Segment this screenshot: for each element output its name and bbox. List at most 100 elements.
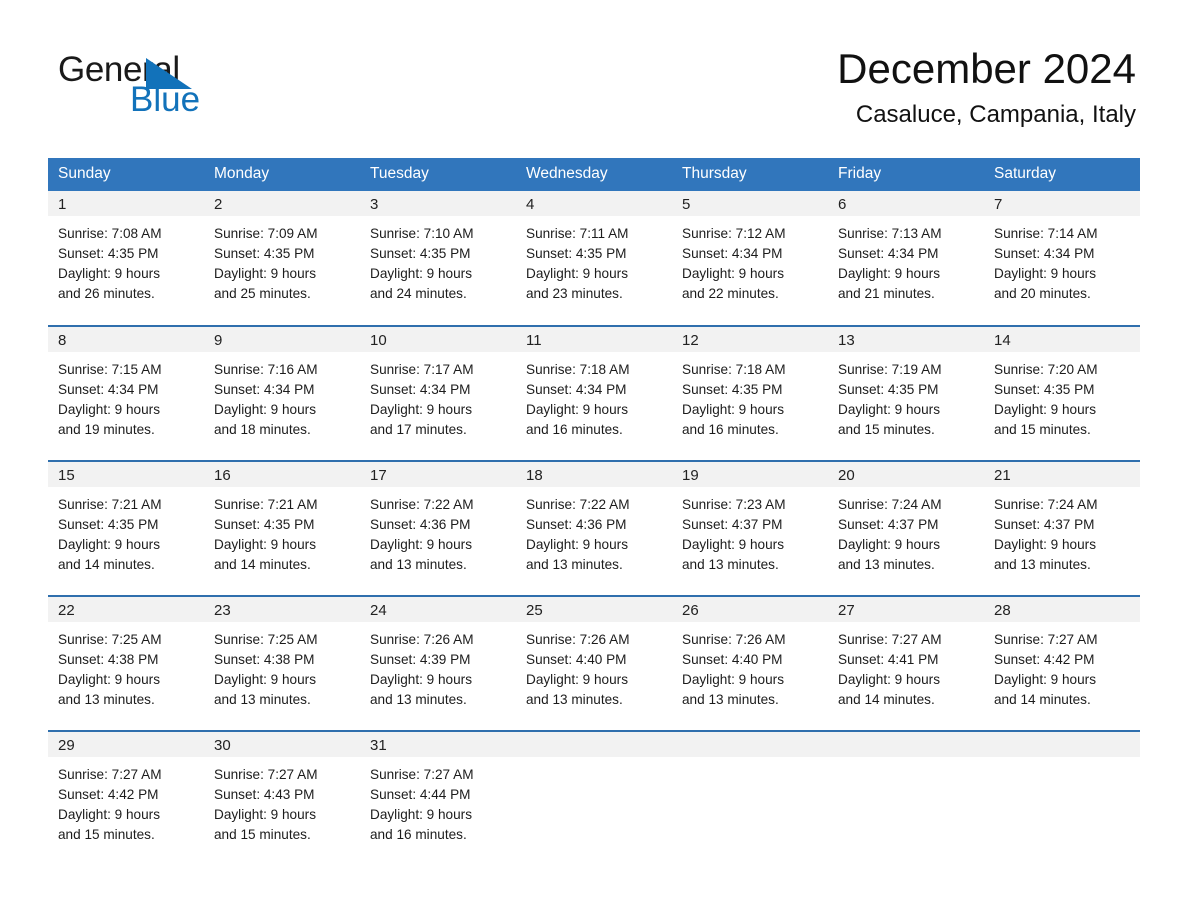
day-details: Sunrise: 7:24 AM Sunset: 4:37 PM Daylight:…: [984, 487, 1140, 575]
day-number: 31: [360, 732, 516, 757]
weekday-header-row: Sunday Monday Tuesday Wednesday Thursday…: [48, 158, 1140, 191]
calendar-day-cell[interactable]: 26 Sunrise: 7:26 AM Sunset: 4:40 PM Dayligh…: [672, 595, 828, 731]
sunset-time: Sunset: 4:41 PM: [838, 652, 939, 667]
daylight-duration-line1: Daylight: 9 hours: [682, 672, 785, 687]
calendar-day-cell[interactable]: 10 Sunrise: 7:17 AM Sunset: 4:34 PM Dayligh…: [360, 325, 516, 461]
sunset-time: Sunset: 4:42 PM: [58, 787, 159, 802]
sunrise-time: Sunrise: 7:27 AM: [58, 767, 162, 782]
daylight-duration-line2: and 14 minutes.: [214, 557, 311, 572]
calendar-day-cell[interactable]: 21 Sunrise: 7:24 AM Sunset: 4:37 PM Dayligh…: [984, 460, 1140, 596]
calendar-day-cell[interactable]: 16 Sunrise: 7:21 AM Sunset: 4:35 PM Dayligh…: [204, 460, 360, 596]
daylight-duration-line2: and 13 minutes.: [58, 692, 155, 707]
day-details: Sunrise: 7:21 AM Sunset: 4:35 PM Daylight:…: [204, 487, 360, 575]
sunrise-time: Sunrise: 7:20 AM: [994, 362, 1098, 377]
day-details: Sunrise: 7:19 AM Sunset: 4:35 PM Daylight:…: [828, 352, 984, 440]
daylight-duration-line2: and 16 minutes.: [526, 422, 623, 437]
calendar-day-cell[interactable]: 9 Sunrise: 7:16 AM Sunset: 4:34 PM Daylight…: [204, 325, 360, 461]
calendar-week-row: 29 Sunrise: 7:27 AM Sunset: 4:42 PM Dayligh…: [48, 730, 1140, 866]
calendar-day-cell[interactable]: 25 Sunrise: 7:26 AM Sunset: 4:40 PM Dayligh…: [516, 595, 672, 731]
daylight-duration-line1: Daylight: 9 hours: [214, 537, 317, 552]
calendar-day-cell[interactable]: 5 Sunrise: 7:12 AM Sunset: 4:34 PM Daylight…: [672, 191, 828, 326]
calendar-day-cell[interactable]: 20 Sunrise: 7:24 AM Sunset: 4:37 PM Dayligh…: [828, 460, 984, 596]
sunset-time: Sunset: 4:34 PM: [526, 382, 627, 397]
sunrise-time: Sunrise: 7:14 AM: [994, 226, 1098, 241]
daylight-duration-line1: Daylight: 9 hours: [994, 402, 1097, 417]
calendar-day-cell[interactable]: 7 Sunrise: 7:14 AM Sunset: 4:34 PM Daylight…: [984, 191, 1140, 326]
calendar-day-cell[interactable]: 13 Sunrise: 7:19 AM Sunset: 4:35 PM Dayligh…: [828, 325, 984, 461]
calendar-week-row: 8 Sunrise: 7:15 AM Sunset: 4:34 PM Daylight…: [48, 325, 1140, 461]
calendar-day-cell[interactable]: 27 Sunrise: 7:27 AM Sunset: 4:41 PM Dayligh…: [828, 595, 984, 731]
weekday-header-monday: Monday: [204, 158, 360, 191]
calendar-body: 1 Sunrise: 7:08 AM Sunset: 4:35 PM Daylight…: [48, 191, 1140, 866]
calendar-day-cell[interactable]: 24 Sunrise: 7:26 AM Sunset: 4:39 PM Dayligh…: [360, 595, 516, 731]
day-details: Sunrise: 7:09 AM Sunset: 4:35 PM Daylight:…: [204, 216, 360, 304]
calendar-day-cell[interactable]: 31 Sunrise: 7:27 AM Sunset: 4:44 PM Dayligh…: [360, 730, 516, 866]
daylight-duration-line1: Daylight: 9 hours: [526, 266, 629, 281]
day-number: [984, 732, 1140, 757]
calendar-day-cell[interactable]: 18 Sunrise: 7:22 AM Sunset: 4:36 PM Dayligh…: [516, 460, 672, 596]
calendar-day-cell[interactable]: 6 Sunrise: 7:13 AM Sunset: 4:34 PM Daylight…: [828, 191, 984, 326]
day-number: 7: [984, 191, 1140, 216]
weekday-header-friday: Friday: [828, 158, 984, 191]
sunset-time: Sunset: 4:35 PM: [58, 246, 159, 261]
calendar-day-cell[interactable]: 2 Sunrise: 7:09 AM Sunset: 4:35 PM Daylight…: [204, 191, 360, 326]
daylight-duration-line1: Daylight: 9 hours: [370, 537, 473, 552]
daylight-duration-line2: and 13 minutes.: [994, 557, 1091, 572]
calendar-day-cell[interactable]: 11 Sunrise: 7:18 AM Sunset: 4:34 PM Dayligh…: [516, 325, 672, 461]
sunrise-time: Sunrise: 7:24 AM: [994, 497, 1098, 512]
calendar-day-cell[interactable]: 1 Sunrise: 7:08 AM Sunset: 4:35 PM Daylight…: [48, 191, 204, 326]
sunset-time: Sunset: 4:42 PM: [994, 652, 1095, 667]
sunrise-time: Sunrise: 7:27 AM: [370, 767, 474, 782]
sunset-time: Sunset: 4:37 PM: [838, 517, 939, 532]
general-blue-logo[interactable]: General Blue: [58, 52, 218, 124]
calendar-day-cell[interactable]: 19 Sunrise: 7:23 AM Sunset: 4:37 PM Dayligh…: [672, 460, 828, 596]
calendar-day-cell[interactable]: 22 Sunrise: 7:25 AM Sunset: 4:38 PM Dayligh…: [48, 595, 204, 731]
day-number: 2: [204, 191, 360, 216]
day-number: 8: [48, 327, 204, 352]
day-details: Sunrise: 7:25 AM Sunset: 4:38 PM Daylight:…: [48, 622, 204, 710]
daylight-duration-line2: and 15 minutes.: [994, 422, 1091, 437]
day-number: 5: [672, 191, 828, 216]
sunset-time: Sunset: 4:34 PM: [838, 246, 939, 261]
daylight-duration-line1: Daylight: 9 hours: [838, 672, 941, 687]
calendar-day-cell[interactable]: 30 Sunrise: 7:27 AM Sunset: 4:43 PM Dayligh…: [204, 730, 360, 866]
sunrise-time: Sunrise: 7:24 AM: [838, 497, 942, 512]
day-details: Sunrise: 7:17 AM Sunset: 4:34 PM Daylight:…: [360, 352, 516, 440]
calendar-day-cell[interactable]: 23 Sunrise: 7:25 AM Sunset: 4:38 PM Dayligh…: [204, 595, 360, 731]
calendar-day-cell[interactable]: 15 Sunrise: 7:21 AM Sunset: 4:35 PM Dayligh…: [48, 460, 204, 596]
daylight-duration-line2: and 15 minutes.: [58, 827, 155, 842]
sunset-time: Sunset: 4:38 PM: [58, 652, 159, 667]
daylight-duration-line2: and 16 minutes.: [370, 827, 467, 842]
calendar-day-cell[interactable]: 14 Sunrise: 7:20 AM Sunset: 4:35 PM Dayligh…: [984, 325, 1140, 461]
calendar-day-cell[interactable]: 4 Sunrise: 7:11 AM Sunset: 4:35 PM Daylight…: [516, 191, 672, 326]
sunset-time: Sunset: 4:43 PM: [214, 787, 315, 802]
sunrise-time: Sunrise: 7:18 AM: [682, 362, 786, 377]
calendar-day-cell[interactable]: 12 Sunrise: 7:18 AM Sunset: 4:35 PM Dayligh…: [672, 325, 828, 461]
daylight-duration-line1: Daylight: 9 hours: [682, 266, 785, 281]
sunset-time: Sunset: 4:34 PM: [682, 246, 783, 261]
day-details: Sunrise: 7:20 AM Sunset: 4:35 PM Daylight:…: [984, 352, 1140, 440]
calendar-day-cell[interactable]: 8 Sunrise: 7:15 AM Sunset: 4:34 PM Daylight…: [48, 325, 204, 461]
page-title: December 2024: [837, 45, 1136, 92]
day-number: 28: [984, 597, 1140, 622]
daylight-duration-line1: Daylight: 9 hours: [370, 807, 473, 822]
day-details: Sunrise: 7:18 AM Sunset: 4:34 PM Daylight:…: [516, 352, 672, 440]
calendar-day-cell[interactable]: 29 Sunrise: 7:27 AM Sunset: 4:42 PM Dayligh…: [48, 730, 204, 866]
calendar-day-cell[interactable]: 17 Sunrise: 7:22 AM Sunset: 4:36 PM Dayligh…: [360, 460, 516, 596]
logo-text-blue: Blue: [130, 80, 201, 119]
sunset-time: Sunset: 4:36 PM: [370, 517, 471, 532]
calendar-day-cell[interactable]: 3 Sunrise: 7:10 AM Sunset: 4:35 PM Daylight…: [360, 191, 516, 326]
day-details: Sunrise: 7:23 AM Sunset: 4:37 PM Daylight:…: [672, 487, 828, 575]
daylight-duration-line1: Daylight: 9 hours: [994, 537, 1097, 552]
day-number: 6: [828, 191, 984, 216]
daylight-duration-line1: Daylight: 9 hours: [526, 672, 629, 687]
calendar-cell-empty: [516, 730, 672, 866]
day-details: Sunrise: 7:24 AM Sunset: 4:37 PM Daylight:…: [828, 487, 984, 575]
daylight-duration-line2: and 23 minutes.: [526, 286, 623, 301]
daylight-duration-line2: and 13 minutes.: [838, 557, 935, 572]
calendar-day-cell[interactable]: 28 Sunrise: 7:27 AM Sunset: 4:42 PM Dayligh…: [984, 595, 1140, 731]
day-details: Sunrise: 7:14 AM Sunset: 4:34 PM Daylight:…: [984, 216, 1140, 304]
daylight-duration-line2: and 14 minutes.: [994, 692, 1091, 707]
sunrise-time: Sunrise: 7:22 AM: [526, 497, 630, 512]
daylight-duration-line2: and 13 minutes.: [526, 692, 623, 707]
